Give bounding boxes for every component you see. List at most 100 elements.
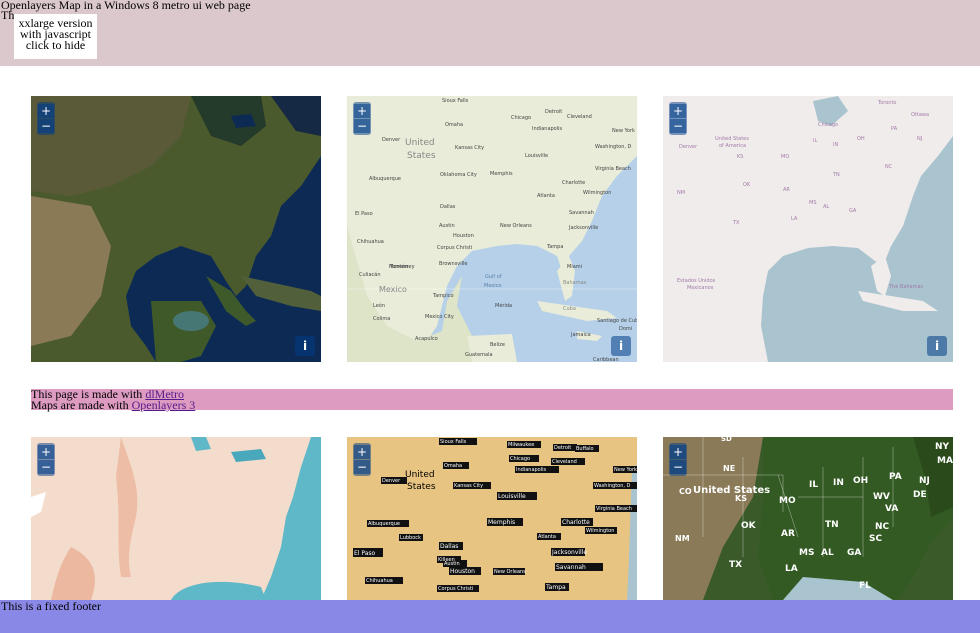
svg-text:Denver: Denver bbox=[382, 478, 401, 484]
svg-text:AL: AL bbox=[823, 204, 829, 210]
attribution-info-button[interactable]: i bbox=[295, 336, 315, 356]
zoom-in-button[interactable]: + bbox=[670, 104, 686, 118]
svg-text:NM: NM bbox=[675, 534, 690, 543]
svg-text:Atlanta: Atlanta bbox=[538, 534, 556, 540]
zoom-in-button[interactable]: + bbox=[354, 104, 370, 118]
svg-text:Houston: Houston bbox=[453, 233, 474, 239]
svg-text:States: States bbox=[407, 151, 436, 161]
zoom-out-button[interactable]: − bbox=[670, 119, 686, 133]
zoom-in-button[interactable]: + bbox=[38, 445, 54, 459]
svg-text:AR: AR bbox=[783, 187, 790, 193]
svg-text:SC: SC bbox=[869, 534, 882, 544]
svg-text:Albuquerque: Albuquerque bbox=[368, 521, 400, 527]
zoom-control: + − bbox=[669, 443, 687, 476]
zoom-control: + − bbox=[353, 102, 371, 135]
zoom-in-button[interactable]: + bbox=[38, 104, 54, 118]
svg-text:Sioux Falls: Sioux Falls bbox=[440, 439, 467, 445]
svg-text:Corpus Christi: Corpus Christi bbox=[437, 245, 472, 251]
svg-text:Oklahoma City: Oklahoma City bbox=[440, 172, 477, 178]
map-watercolor[interactable]: + − bbox=[31, 437, 321, 600]
watercolor-map-image bbox=[31, 437, 321, 600]
svg-text:Houston: Houston bbox=[450, 568, 475, 575]
svg-text:AR: AR bbox=[781, 529, 795, 539]
zoom-control: + − bbox=[37, 443, 55, 476]
svg-text:Mérida: Mérida bbox=[495, 302, 512, 309]
svg-text:TX: TX bbox=[729, 560, 742, 570]
svg-text:NM: NM bbox=[677, 190, 685, 196]
xxlarge-popup[interactable]: xxlarge version with javascript click to… bbox=[14, 14, 97, 59]
map-osm-light[interactable]: Toronto United States of America Chicago Ot… bbox=[663, 96, 953, 362]
svg-text:New Orleans: New Orleans bbox=[500, 223, 532, 229]
map-satellite-labels[interactable]: SD NE CO United States KS MO IL IN OH PA NJ WV VA… bbox=[663, 437, 953, 600]
svg-text:United States: United States bbox=[715, 136, 749, 142]
svg-text:MA: MA bbox=[937, 456, 953, 466]
svg-text:El Paso: El Paso bbox=[354, 550, 376, 557]
svg-text:New Orleans: New Orleans bbox=[494, 569, 526, 575]
svg-text:VA: VA bbox=[885, 504, 898, 514]
svg-text:Austin: Austin bbox=[444, 561, 460, 567]
zoom-out-button[interactable]: − bbox=[38, 119, 54, 133]
svg-text:TN: TN bbox=[825, 520, 839, 530]
svg-text:Chicago: Chicago bbox=[510, 456, 530, 462]
svg-text:Colima: Colima bbox=[373, 316, 390, 322]
credits-prefix-2: Maps are made with bbox=[31, 398, 132, 412]
svg-text:Ottawa: Ottawa bbox=[911, 112, 929, 118]
zoom-control: + − bbox=[37, 102, 55, 135]
svg-text:Caribbean: Caribbean bbox=[593, 357, 619, 362]
page-title: Openlayers Map in a Windows 8 metro ui w… bbox=[1, 0, 251, 12]
svg-text:Cuba: Cuba bbox=[563, 306, 576, 312]
svg-text:Bahamas: Bahamas bbox=[563, 280, 587, 286]
svg-text:NE: NE bbox=[723, 464, 735, 473]
footer-text: This is a fixed footer bbox=[1, 599, 101, 613]
attribution-info-button[interactable]: i bbox=[611, 336, 631, 356]
svg-text:Guatemala: Guatemala bbox=[465, 352, 493, 358]
svg-text:NY: NY bbox=[935, 442, 950, 452]
openlayers-link[interactable]: Openlayers 3 bbox=[132, 398, 196, 412]
zoom-out-button[interactable]: − bbox=[354, 119, 370, 133]
svg-text:United: United bbox=[405, 138, 435, 148]
svg-text:SD: SD bbox=[721, 437, 732, 443]
zoom-in-button[interactable]: + bbox=[354, 445, 370, 459]
svg-text:Albuquerque: Albuquerque bbox=[369, 176, 401, 182]
svg-text:MO: MO bbox=[781, 154, 789, 160]
svg-text:Tampa: Tampa bbox=[546, 244, 563, 250]
svg-text:Corpus Christi: Corpus Christi bbox=[438, 586, 473, 592]
svg-text:Washington, D: Washington, D bbox=[595, 144, 632, 150]
svg-text:NJ: NJ bbox=[919, 476, 930, 486]
svg-text:Indianapolis: Indianapolis bbox=[516, 467, 547, 473]
svg-text:Lubbock: Lubbock bbox=[400, 535, 421, 541]
svg-text:KS: KS bbox=[737, 154, 743, 160]
zoom-control: + − bbox=[353, 443, 371, 476]
zoom-control: + − bbox=[669, 102, 687, 135]
osm-light-map-image: Toronto United Statesof America Chicago Ot… bbox=[663, 96, 953, 362]
svg-text:Toronto: Toronto bbox=[877, 100, 896, 106]
svg-text:Indianapolis: Indianapolis bbox=[532, 126, 563, 132]
svg-text:MS: MS bbox=[799, 548, 814, 558]
map-satellite[interactable]: + − i bbox=[31, 96, 321, 362]
svg-text:Dallas: Dallas bbox=[440, 204, 456, 210]
svg-text:LA: LA bbox=[785, 564, 798, 574]
svg-text:PA: PA bbox=[891, 126, 898, 132]
svg-text:Charlotte: Charlotte bbox=[562, 519, 590, 526]
zoom-in-button[interactable]: + bbox=[670, 445, 686, 459]
attribution-info-button[interactable]: i bbox=[927, 336, 947, 356]
zoom-out-button[interactable]: − bbox=[38, 460, 54, 474]
toner-map-image: Sioux Falls Milwaukee Detroit Buffalo Chica… bbox=[347, 437, 637, 600]
svg-text:Kansas City: Kansas City bbox=[454, 483, 483, 489]
zoom-out-button[interactable]: − bbox=[354, 460, 370, 474]
zoom-out-button[interactable]: − bbox=[670, 460, 686, 474]
svg-text:States: States bbox=[407, 482, 436, 492]
svg-text:Chihuahua: Chihuahua bbox=[366, 578, 393, 584]
svg-text:NC: NC bbox=[885, 164, 893, 170]
map-toner[interactable]: Sioux Falls Milwaukee Detroit Buffalo Chica… bbox=[347, 437, 637, 600]
svg-text:Memphis: Memphis bbox=[488, 519, 515, 526]
svg-text:OK: OK bbox=[743, 182, 751, 188]
svg-text:Mexico City: Mexico City bbox=[425, 314, 454, 320]
svg-text:Washington, D: Washington, D bbox=[594, 483, 631, 489]
svg-text:IL: IL bbox=[809, 480, 818, 490]
svg-text:Jacksonville: Jacksonville bbox=[551, 549, 587, 556]
map-mapquest[interactable]: Sioux Falls Detroit Chicago Cleveland Omah… bbox=[347, 96, 637, 362]
mapquest-map-image: Sioux Falls Detroit Chicago Cleveland Omah… bbox=[347, 96, 637, 362]
svg-text:El Paso: El Paso bbox=[355, 211, 373, 217]
svg-text:Austin: Austin bbox=[439, 223, 455, 229]
